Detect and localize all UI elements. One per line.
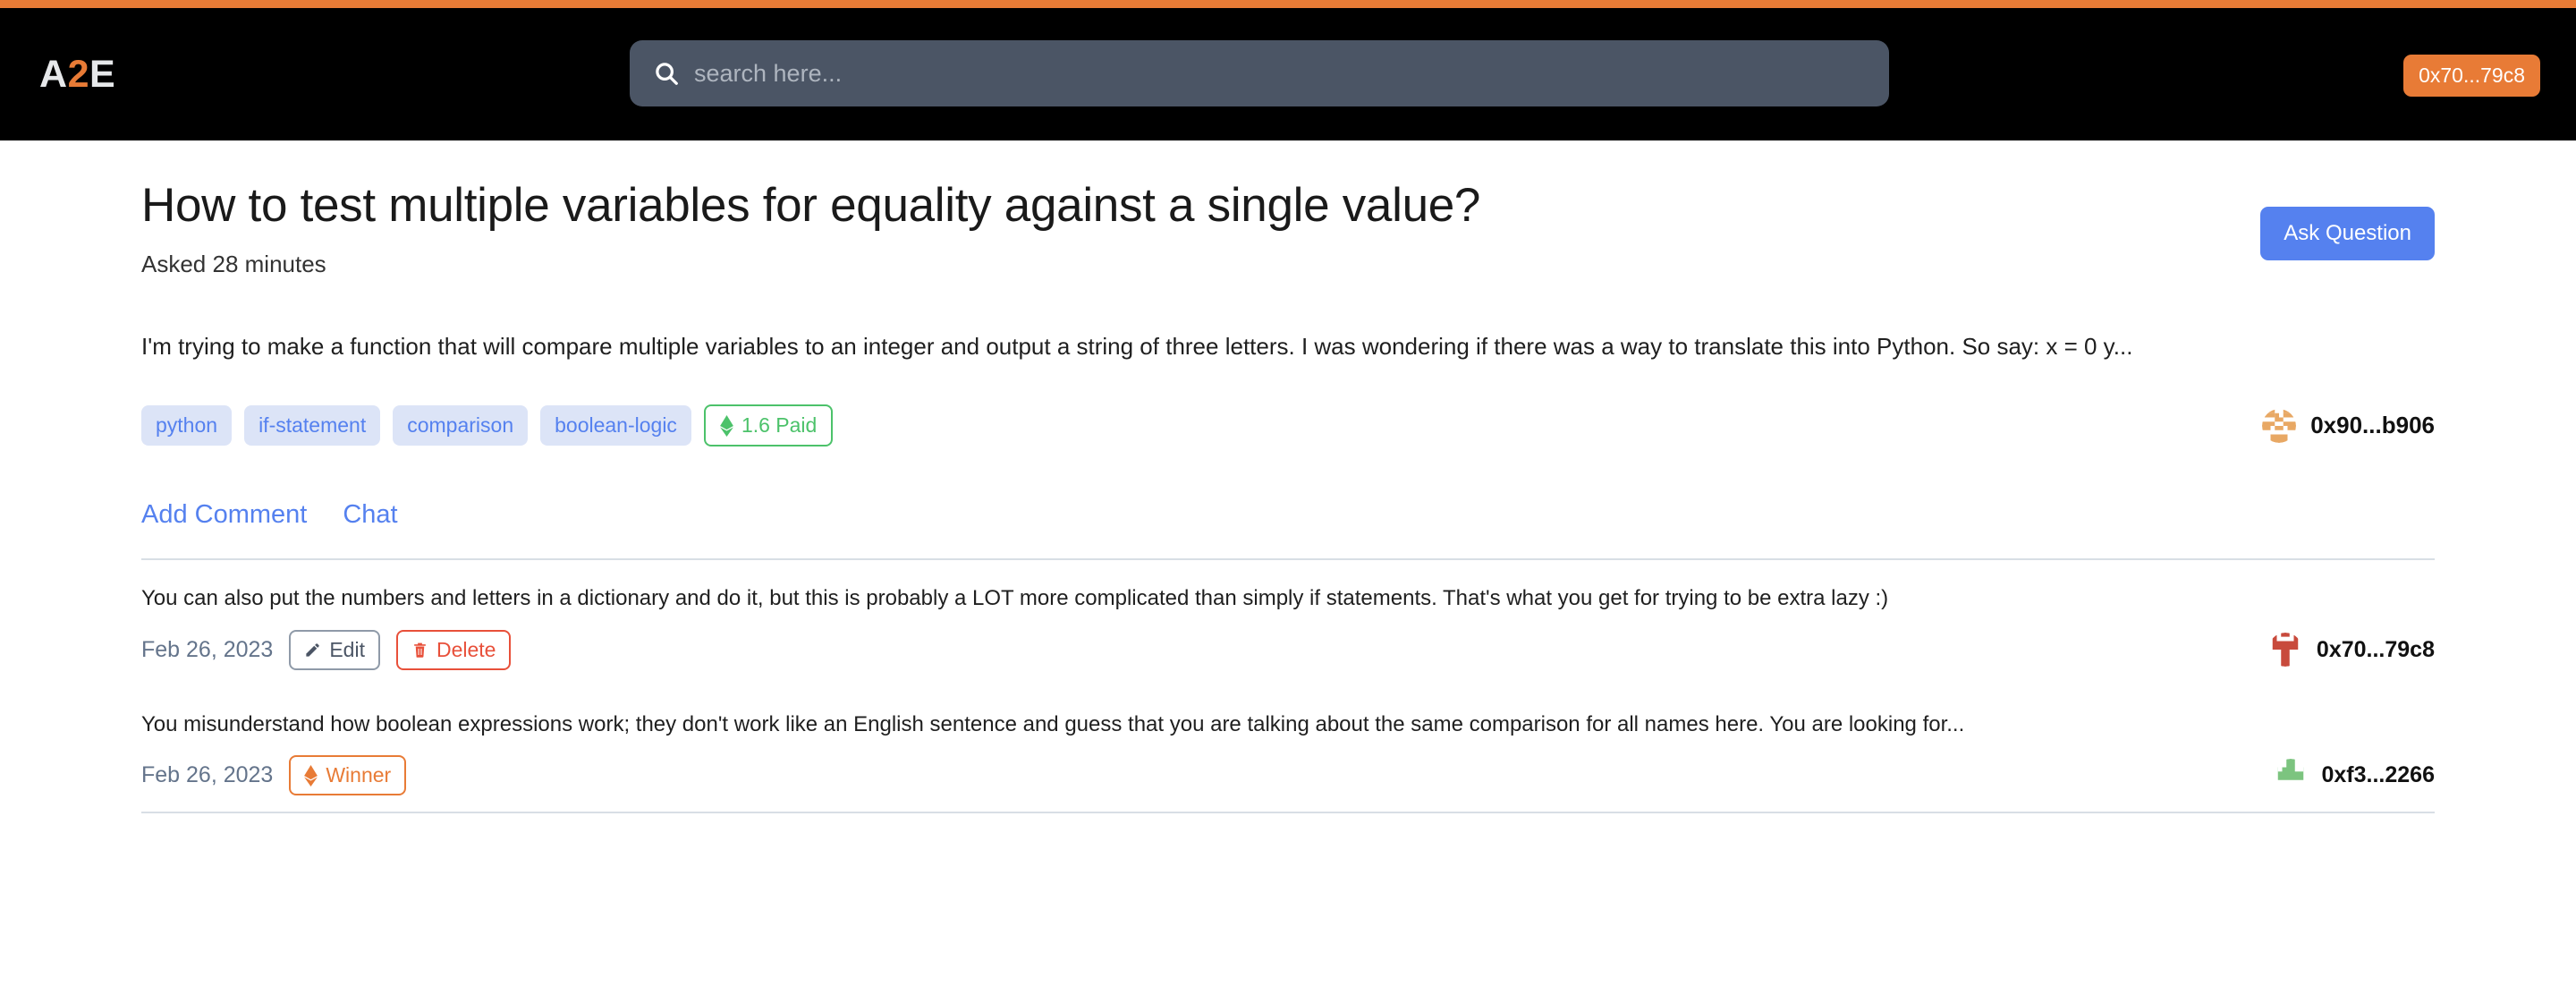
delete-button[interactable]: Delete	[395, 629, 512, 670]
question-title-block: How to test multiple variables for equal…	[141, 178, 1480, 278]
comment-meta-left: Feb 26, 2023 Winner	[141, 755, 407, 796]
comment-item: You misunderstand how boolean expression…	[141, 686, 2435, 812]
wallet-address-button[interactable]: 0x70...79c8	[2403, 55, 2540, 98]
comment-meta-left: Feb 26, 2023 Edit Delete	[141, 629, 512, 670]
blockie-avatar-orange	[2262, 408, 2297, 443]
ethereum-icon	[304, 764, 318, 787]
tag-list: python if-statement comparison boolean-l…	[141, 404, 834, 447]
comment-text: You can also put the numbers and letters…	[141, 586, 1889, 611]
comment-author-address: 0x70...79c8	[2316, 636, 2435, 662]
asked-time: Asked 28 minutes	[141, 250, 326, 277]
comment-item: You can also put the numbers and letters…	[141, 560, 2435, 686]
comment-date: Feb 26, 2023	[141, 762, 274, 788]
ethereum-icon	[720, 414, 733, 437]
comment-meta: Feb 26, 2023 Edit Delete 0x70...79c8	[141, 629, 2435, 670]
top-accent-bar	[0, 0, 2576, 8]
site-header: A2E 0x70...79c8	[0, 8, 2576, 140]
blockie-avatar-green	[2273, 758, 2308, 793]
blockie-avatar-red	[2267, 633, 2302, 668]
paid-badge-label: 1.6 Paid	[741, 413, 818, 438]
edit-button-label: Edit	[329, 637, 365, 661]
ask-question-button[interactable]: Ask Question	[2260, 207, 2435, 260]
question-actions: Add Comment Chat	[141, 500, 2435, 530]
chat-link[interactable]: Chat	[343, 500, 397, 530]
question-owner[interactable]: 0x90...b906	[2262, 408, 2435, 443]
question-owner-address: 0x90...b906	[2310, 412, 2435, 439]
comment-author-address: 0xf3...2266	[2321, 762, 2436, 788]
question-header: How to test multiple variables for equal…	[141, 140, 2435, 278]
search-icon	[656, 63, 678, 85]
search-bar[interactable]	[630, 40, 1889, 106]
paid-badge[interactable]: 1.6 Paid	[703, 404, 834, 447]
trash-icon	[414, 642, 426, 658]
winner-button[interactable]: Winner	[289, 755, 407, 796]
add-comment-link[interactable]: Add Comment	[141, 500, 307, 530]
delete-button-label: Delete	[436, 637, 496, 661]
logo-letter-a: A	[39, 52, 68, 96]
pencil-icon	[306, 643, 320, 657]
comment-author[interactable]: 0xf3...2266	[2273, 758, 2436, 793]
tag-item[interactable]: python	[141, 405, 233, 446]
page-content: How to test multiple variables for equal…	[0, 140, 2576, 814]
comment-date: Feb 26, 2023	[141, 636, 274, 662]
tag-row: python if-statement comparison boolean-l…	[141, 404, 2435, 447]
tag-item[interactable]: boolean-logic	[540, 405, 691, 446]
tag-item[interactable]: if-statement	[244, 405, 381, 446]
search-input[interactable]	[694, 59, 1866, 88]
site-logo[interactable]: A2E	[39, 53, 115, 97]
divider	[141, 812, 2435, 814]
question-body: I'm trying to make a function that will …	[141, 332, 2133, 360]
winner-button-label: Winner	[326, 763, 392, 787]
edit-button[interactable]: Edit	[289, 629, 380, 670]
comment-text: You misunderstand how boolean expression…	[141, 711, 1965, 736]
comment-meta: Feb 26, 2023 Winner 0xf3...2266	[141, 755, 2436, 796]
page-title: How to test multiple variables for equal…	[141, 179, 1481, 232]
logo-letter-2: 2	[67, 52, 89, 96]
tag-item[interactable]: comparison	[393, 405, 529, 446]
comment-author[interactable]: 0x70...79c8	[2267, 633, 2435, 668]
logo-letter-e: E	[89, 52, 116, 96]
